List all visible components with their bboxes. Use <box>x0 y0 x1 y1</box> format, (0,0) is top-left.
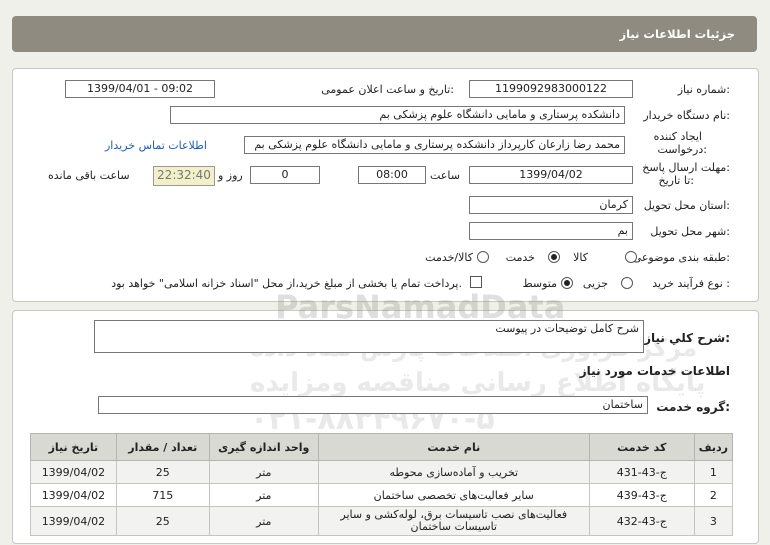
deadline-time-label: ساعت <box>430 169 460 182</box>
category-option-both-radio[interactable] <box>477 251 489 263</box>
cell-unit: متر <box>208 506 319 536</box>
services-table-header: ردیف کد خدمت نام خدمت واحد اندازه گیری ت… <box>30 433 734 461</box>
description-label: شرح كلي نياز: <box>644 331 730 345</box>
description-field[interactable]: شرح کامل توضیحات در پیوست <box>94 320 644 353</box>
deadline-label-1: مهلت ارسال پاسخ: <box>642 161 730 174</box>
process-label: نوع فرآیند خرید : <box>652 277 730 290</box>
service-group-field[interactable]: ساختمان <box>98 396 648 414</box>
city-label: شهر محل تحویل: <box>650 225 730 238</box>
buyer-contact-link[interactable]: اطلاعات تماس خریدار <box>105 139 207 152</box>
need-number-field[interactable]: 1199092983000122 <box>469 80 633 98</box>
category-option-service-label: خدمت <box>505 251 535 264</box>
remaining-days-field[interactable]: 0 <box>250 166 320 184</box>
col-qty: تعداد / مقدار <box>115 433 210 461</box>
services-table: ردیف کد خدمت نام خدمت واحد اندازه گیری ت… <box>30 433 734 536</box>
cell-date: 1399/04/02 <box>30 483 117 507</box>
col-row: ردیف <box>693 433 734 461</box>
cell-name: سایر فعالیت‌های تخصصی ساختمان <box>317 483 590 507</box>
cell-row: 1 <box>693 460 734 484</box>
cell-code: ج-43-431 <box>588 460 695 484</box>
cell-date: 1399/04/02 <box>30 460 117 484</box>
services-section-title: اطلاعات خدمات مورد نیاز <box>579 364 730 378</box>
deadline-label-2: تا تاریخ: <box>658 174 694 187</box>
need-number-label: شماره نیاز: <box>677 83 730 96</box>
cell-code: ج-43-432 <box>588 506 695 536</box>
category-option-service-radio[interactable] <box>548 251 560 263</box>
remaining-time-display: 22:32:40 <box>153 166 215 186</box>
category-option-both-label: کالا/خدمت <box>425 251 473 264</box>
col-name: نام خدمت <box>317 433 590 461</box>
col-date: تاریخ نیاز <box>30 433 117 461</box>
cell-date: 1399/04/02 <box>30 506 117 536</box>
cell-unit: متر <box>208 460 319 484</box>
announce-date-field[interactable]: 1399/04/01 - 09:02 <box>65 80 215 98</box>
province-field[interactable]: کرمان <box>469 196 633 214</box>
table-row[interactable]: 3 ج-43-432 فعالیت‌های نصب تاسیسات برق، ل… <box>30 506 734 536</box>
treasury-payment-note: پرداخت تمام یا بخشی از مبلغ خرید،از محل … <box>111 277 462 290</box>
cell-qty: 715 <box>115 483 210 507</box>
cell-qty: 25 <box>115 506 210 536</box>
category-label: طبقه بندی موضوعی: <box>632 251 730 264</box>
cell-qty: 25 <box>115 460 210 484</box>
remaining-days-label: روز و <box>218 169 243 182</box>
city-field[interactable]: بم <box>469 222 633 240</box>
requester-label-2: درخواست: <box>657 143 708 156</box>
process-option-medium-radio[interactable] <box>561 277 573 289</box>
process-option-minor-label: جزیی <box>582 277 608 290</box>
cell-unit: متر <box>208 483 319 507</box>
requester-label-1: ایجاد کننده <box>653 130 702 143</box>
cell-row: 2 <box>693 483 734 507</box>
remaining-time-label: ساعت باقی مانده <box>48 169 130 182</box>
requester-field[interactable]: محمد رضا زارعان کارپرداز دانشکده پرستاری… <box>244 136 625 154</box>
province-label: استان محل تحویل: <box>643 199 730 212</box>
cell-code: ج-43-439 <box>588 483 695 507</box>
table-row[interactable]: 2 ج-43-439 سایر فعالیت‌های تخصصی ساختمان… <box>30 483 734 507</box>
col-unit: واحد اندازه گیری <box>208 433 319 461</box>
process-option-minor-radio[interactable] <box>621 277 633 289</box>
buyer-org-label: نام دستگاه خریدار: <box>643 109 730 122</box>
announce-date-label: تاریخ و ساعت اعلان عمومی: <box>321 83 454 96</box>
deadline-time-field[interactable]: 08:00 <box>358 166 426 184</box>
deadline-date-field[interactable]: 1399/04/02 <box>469 166 633 184</box>
col-code: کد خدمت <box>588 433 695 461</box>
process-option-medium-label: متوسط <box>522 277 557 290</box>
cell-name: تخریب و آماده‌سازی محوطه <box>317 460 590 484</box>
cell-row: 3 <box>693 506 734 536</box>
buyer-org-field[interactable]: دانشکده پرستاری و مامایی دانشگاه علوم پز… <box>170 106 625 124</box>
category-option-goods-label: کالا <box>573 251 588 264</box>
page-header: جزئیات اطلاعات نیاز <box>12 16 757 52</box>
page-title: جزئیات اطلاعات نیاز <box>619 27 735 41</box>
need-info-panel <box>12 68 759 302</box>
service-group-label: گروه خدمت: <box>656 400 730 414</box>
table-row[interactable]: 1 ج-43-431 تخریب و آماده‌سازی محوطه متر … <box>30 460 734 484</box>
treasury-payment-checkbox[interactable] <box>470 276 482 288</box>
category-option-goods-radio[interactable] <box>625 251 637 263</box>
cell-name: فعالیت‌های نصب تاسیسات برق، لوله‌کشی و س… <box>317 506 590 536</box>
